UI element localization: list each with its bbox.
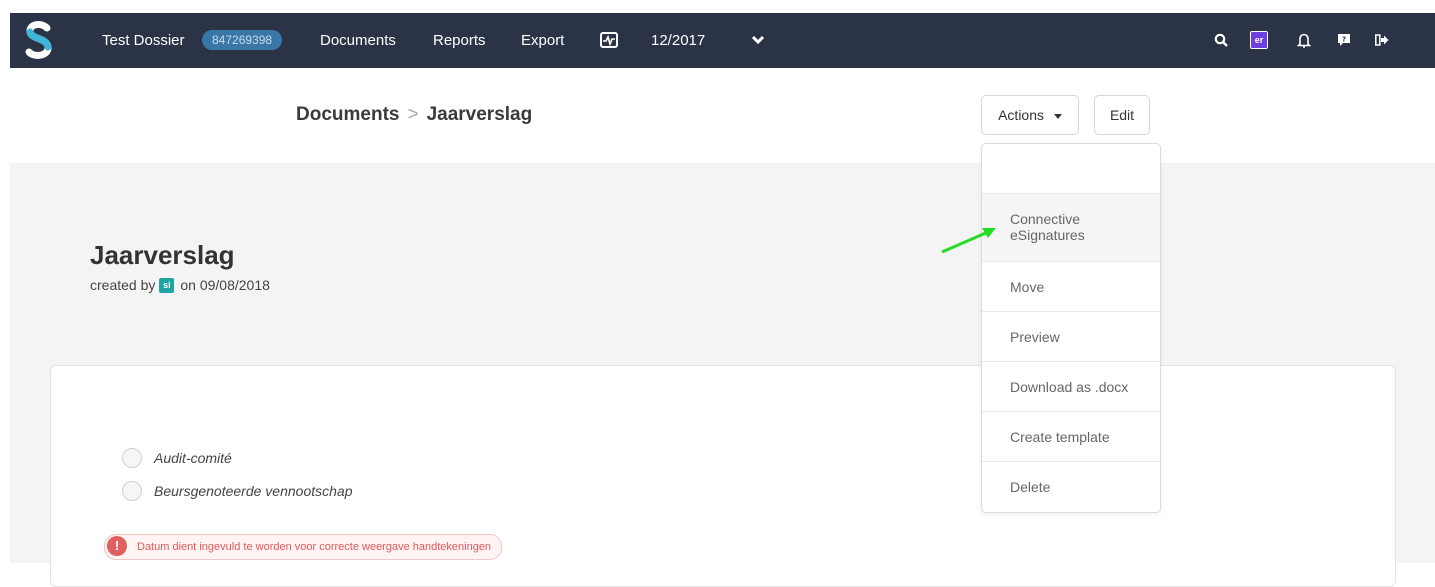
created-by-label: created by <box>90 277 156 293</box>
actions-button[interactable]: Actions <box>981 95 1079 135</box>
breadcrumb-separator: > <box>407 104 419 125</box>
breadcrumb: Documents > Jaarverslag <box>296 104 532 126</box>
svg-text:?: ? <box>1342 36 1346 44</box>
dossier-id-badge: 847269398 <box>202 30 283 50</box>
menu-item-delete[interactable]: Delete <box>982 461 1160 511</box>
warning-text: Datum dient ingevuld te worden voor corr… <box>137 541 492 553</box>
breadcrumb-current: Jaarverslag <box>426 104 533 125</box>
warning-icon: ! <box>107 536 127 556</box>
radio-button[interactable] <box>122 448 142 468</box>
logout-icon[interactable] <box>1371 29 1393 51</box>
nav-reports[interactable]: Reports <box>433 13 486 68</box>
nav-export[interactable]: Export <box>521 13 564 68</box>
period-selector[interactable]: 12/2017 <box>651 13 705 68</box>
radio-button[interactable] <box>122 481 142 501</box>
bell-icon[interactable] <box>1293 29 1315 51</box>
edit-button[interactable]: Edit <box>1094 95 1150 135</box>
author-avatar: si <box>159 277 175 293</box>
nav-documents[interactable]: Documents <box>320 13 396 68</box>
search-icon[interactable] <box>1210 29 1232 51</box>
option-beursgenoteerde[interactable]: Beursgenoteerde vennootschap <box>122 481 352 501</box>
activity-chart-icon[interactable] <box>598 29 620 51</box>
dossier-name-link[interactable]: Test Dossier <box>102 13 185 68</box>
chevron-down-icon[interactable] <box>747 29 769 51</box>
menu-item-download-docx[interactable]: Download as .docx <box>982 361 1160 411</box>
page-header: Documents > Jaarverslag Actions Edit <box>0 68 1435 163</box>
caret-down-icon <box>1053 113 1062 119</box>
annotation-arrow-icon <box>941 228 996 254</box>
option-audit-comite[interactable]: Audit-comité <box>122 448 232 468</box>
app-logo-icon[interactable] <box>25 21 53 59</box>
document-title: Jaarverslag <box>90 240 235 270</box>
feedback-icon[interactable]: ? <box>1333 29 1355 51</box>
user-avatar-badge[interactable]: er <box>1248 29 1270 51</box>
menu-item-create-template[interactable]: Create template <box>982 411 1160 461</box>
menu-item-preview[interactable]: Preview <box>982 311 1160 361</box>
menu-item-move[interactable]: Move <box>982 261 1160 311</box>
option-label: Audit-comité <box>154 450 232 466</box>
option-label: Beursgenoteerde vennootschap <box>154 483 353 499</box>
document-meta: created by si on 09/08/2018 <box>90 277 270 293</box>
warning-message: ! Datum dient ingevuld te worden voor co… <box>104 534 503 560</box>
top-navbar: Test Dossier 847269398 Documents Reports… <box>10 13 1435 68</box>
breadcrumb-documents-link[interactable]: Documents <box>296 104 399 125</box>
actions-dropdown-menu: Connective eSignatures Move Preview Down… <box>981 143 1161 513</box>
menu-item-connective-esignatures[interactable]: Connective eSignatures <box>982 193 1160 261</box>
user-initials: er <box>1250 31 1268 49</box>
created-date: on 09/08/2018 <box>180 277 270 293</box>
actions-button-label: Actions <box>998 107 1045 123</box>
